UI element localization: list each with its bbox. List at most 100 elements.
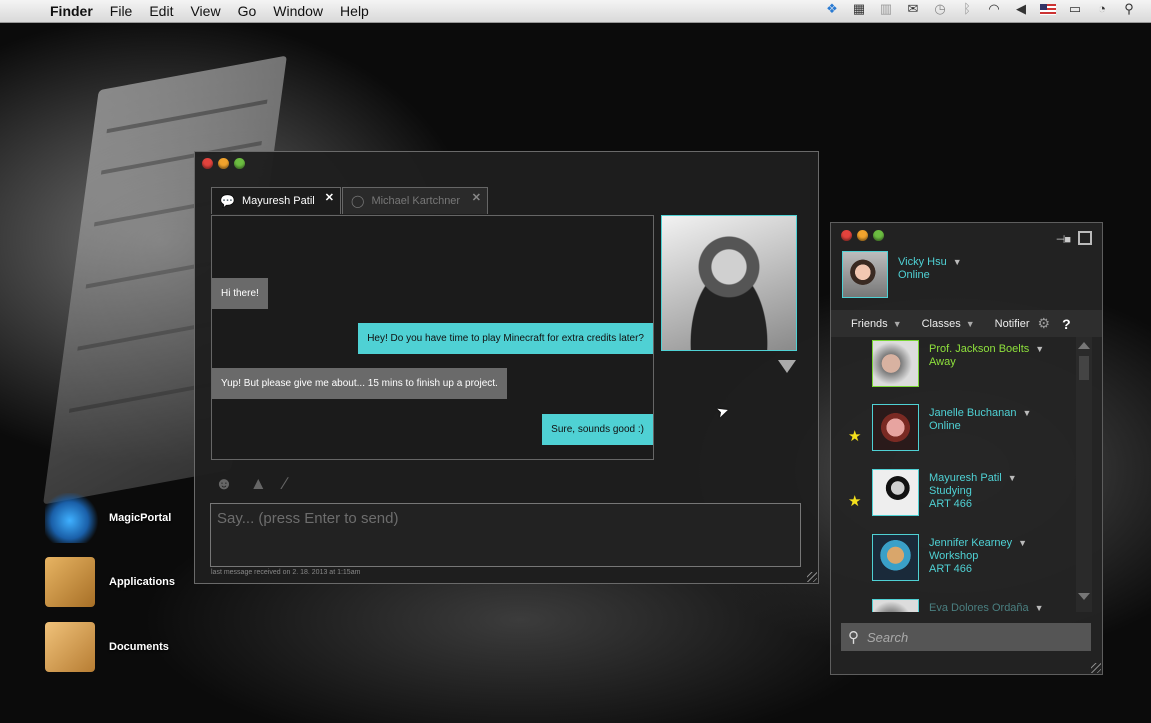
zoom-window-button[interactable] (234, 158, 245, 169)
help-button[interactable]: ? (1062, 316, 1071, 332)
documents-folder-icon (45, 622, 95, 672)
my-name-label: Vicky Hsu (898, 256, 947, 268)
friend-search: ⚲ (841, 623, 1091, 651)
star-icon[interactable]: ★ (848, 492, 861, 510)
close-tab-icon[interactable]: ✕ (472, 191, 481, 204)
friend-name: Eva Dolores Ordaña (929, 602, 1029, 612)
battery-icon[interactable]: ▭ (1067, 2, 1083, 16)
desktop-icon-applications[interactable]: Applications (45, 557, 175, 607)
zoom-window-button[interactable] (873, 230, 884, 241)
message-input[interactable] (211, 504, 800, 566)
bars-icon[interactable]: ▥ (878, 2, 894, 16)
clock-icon[interactable]: ◔ (1094, 2, 1110, 16)
friends-scrollbar[interactable] (1076, 337, 1092, 612)
buddy-tabs: Friends ▼ Classes ▼ Notifier ⚙ ? (831, 310, 1102, 337)
minimize-window-button[interactable] (857, 230, 868, 241)
chat-tabs: 💬 Mayuresh Patil ✕ ◯ Michael Kartchner ✕ (211, 187, 488, 214)
menu-view[interactable]: View (190, 3, 220, 19)
brush-icon[interactable]: ∕ (284, 474, 287, 494)
menu-go[interactable]: Go (238, 3, 257, 19)
my-status: Online (898, 269, 930, 281)
menu-edit[interactable]: Edit (149, 3, 173, 19)
chevron-down-icon: ▼ (892, 318, 902, 329)
list-item[interactable]: ★ Mayuresh Patil ▼ Studying ART 466 (841, 466, 1076, 526)
chevron-down-icon[interactable]: ▼ (1035, 603, 1044, 612)
tab-classes[interactable]: Classes ▼ (922, 318, 975, 330)
tab-notifier[interactable]: Notifier (995, 318, 1030, 330)
star-icon[interactable]: ★ (848, 427, 861, 445)
menu-file[interactable]: File (110, 3, 133, 19)
chevron-down-icon[interactable]: ▼ (1035, 344, 1044, 354)
avatar (872, 469, 919, 516)
contact-avatar[interactable] (661, 215, 797, 351)
close-tab-icon[interactable]: ✕ (325, 191, 334, 204)
resize-grip[interactable] (1091, 663, 1101, 673)
tab-label: Friends (851, 317, 888, 330)
menu-window[interactable]: Window (273, 3, 323, 19)
gear-icon[interactable]: ⚙ (1038, 315, 1051, 332)
message-incoming: Hi there! (212, 278, 268, 309)
friend-course: ART 466 (929, 498, 973, 510)
desktop-icon-label: Applications (109, 576, 176, 588)
fullscreen-icon[interactable] (1078, 231, 1092, 245)
list-item[interactable]: Jennifer Kearney ▼ Workshop ART 466 (841, 531, 1076, 591)
resize-grip[interactable] (807, 572, 817, 582)
tab-label: Notifier (994, 317, 1030, 330)
tab-friends[interactable]: Friends ▼ (851, 318, 902, 330)
window-controls (202, 158, 245, 169)
tab-michael-kartchner[interactable]: ◯ Michael Kartchner ✕ (342, 187, 488, 214)
avatar (872, 599, 919, 612)
bluetooth-icon[interactable]: ᛒ (959, 2, 975, 16)
pin-icon[interactable]: ⊣■ (1056, 233, 1071, 246)
list-item[interactable]: Eva Dolores Ordaña ▼ (841, 596, 1076, 612)
avatar (872, 404, 919, 451)
close-window-button[interactable] (202, 158, 213, 169)
message-incoming: Yup! But please give me about... 15 mins… (212, 368, 507, 399)
speech-bubble-icon: 💬 (220, 194, 235, 208)
chevron-down-icon[interactable]: ▼ (1022, 408, 1031, 418)
chevron-down-icon[interactable]: ▼ (1018, 538, 1027, 548)
dropbox-icon[interactable]: ❖ (824, 2, 840, 16)
search-input[interactable] (865, 628, 1069, 646)
friend-name: Prof. Jackson Boelts (929, 343, 1030, 355)
list-item[interactable]: ★ Janelle Buchanan ▼ Online (841, 401, 1076, 461)
message-outgoing: Hey! Do you have time to play Minecraft … (358, 323, 653, 354)
scroll-thumb[interactable] (1079, 356, 1089, 380)
wifi-icon[interactable]: ◠ (986, 2, 1002, 16)
smiley-icon[interactable]: ☻ (215, 474, 233, 494)
avatar (872, 340, 919, 387)
chevron-down-icon: ▼ (965, 318, 975, 329)
tab-mayuresh-patil[interactable]: 💬 Mayuresh Patil ✕ (211, 187, 341, 214)
desktop-icon-magicportal[interactable]: MagicPortal (45, 493, 171, 543)
applications-folder-icon (45, 557, 95, 607)
flag-icon[interactable] (1040, 3, 1056, 15)
friend-status: Away (929, 356, 956, 368)
avatar (872, 534, 919, 581)
close-window-button[interactable] (841, 230, 852, 241)
buddy-list-window: ⊣■ Vicky Hsu ▼ Online Friends ▼ Classes ▼ N… (830, 222, 1103, 675)
menu-finder[interactable]: Finder (50, 3, 93, 19)
tab-label: Michael Kartchner (371, 195, 461, 207)
menu-help[interactable]: Help (340, 3, 369, 19)
desktop-icon-documents[interactable]: Documents (45, 622, 169, 672)
friend-name: Janelle Buchanan (929, 407, 1017, 419)
menu-bar: Finder File Edit View Go Window Help ❖ ▦… (0, 0, 1151, 23)
tab-label: Classes (921, 317, 961, 330)
minimize-window-button[interactable] (218, 158, 229, 169)
mail-icon[interactable]: ✉ (905, 2, 921, 16)
scroll-up-icon[interactable] (1078, 342, 1090, 349)
list-item[interactable]: Prof. Jackson Boelts ▼ Away (841, 337, 1076, 397)
bell-icon[interactable]: ▲ (250, 474, 267, 494)
time-machine-icon[interactable]: ◷ (932, 2, 948, 16)
friends-list: Prof. Jackson Boelts ▼ Away ★ Janelle Buc… (841, 337, 1076, 612)
calendar-icon[interactable]: ▦ (851, 2, 867, 16)
my-avatar[interactable] (842, 251, 888, 298)
spotlight-icon[interactable]: ⚲ (1121, 2, 1137, 16)
scroll-down-icon[interactable] (1078, 593, 1090, 600)
volume-icon[interactable]: ◀ (1013, 2, 1029, 16)
chevron-down-icon[interactable]: ▼ (953, 257, 962, 267)
friend-name: Jennifer Kearney (929, 537, 1013, 549)
chevron-down-icon[interactable]: ▼ (1008, 473, 1017, 483)
triangle-down-icon[interactable] (778, 360, 796, 373)
my-name[interactable]: Vicky Hsu ▼ (898, 256, 962, 268)
